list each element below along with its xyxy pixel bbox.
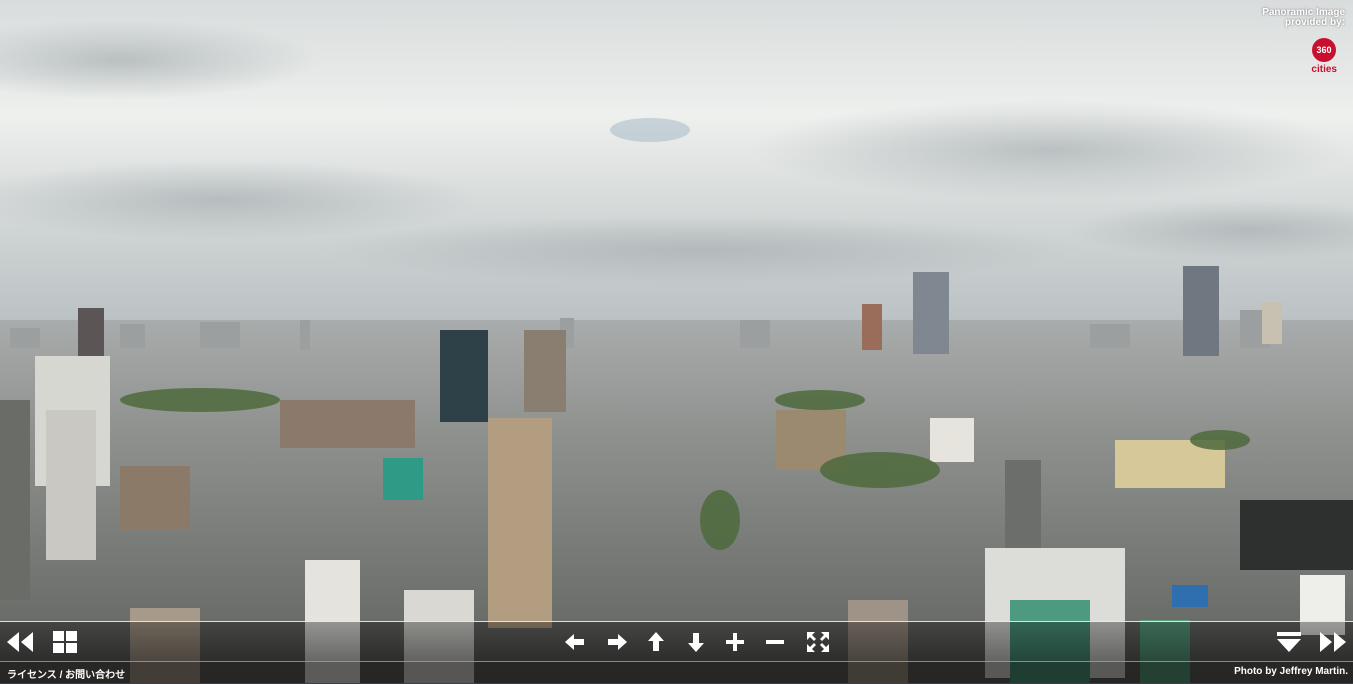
grid-icon [53,631,77,653]
arrow-up-icon [648,632,664,651]
fast-forward-icon [1320,632,1346,652]
thumbnails-button[interactable] [50,628,80,656]
license-contact-link[interactable]: ライセンス / お問い合わせ [7,666,125,681]
zoom-out-icon [766,640,784,644]
360cities-logo-text[interactable]: cities [1311,64,1337,75]
fast-forward-button[interactable] [1318,628,1348,656]
arrow-right-icon [608,634,627,650]
panorama-image [0,0,1353,683]
arrow-down-icon [688,633,704,652]
photo-credit: Photo by Jeffrey Martin. [1234,666,1348,677]
rewind-icon [7,632,33,652]
fullscreen-icon [807,632,829,652]
pan-up-button[interactable] [641,628,671,656]
zoom-in-icon [726,633,744,651]
credit-line-2: provided by: [1284,17,1345,28]
panorama-toolbar [0,621,1353,662]
360cities-logo[interactable]: 360 [1312,38,1336,62]
rewind-button[interactable] [5,628,35,656]
zoom-out-button[interactable] [760,628,790,656]
arrow-left-icon [565,634,584,650]
panorama-view[interactable] [0,0,1353,683]
hide-menu-icon [1277,632,1301,652]
pan-right-button[interactable] [602,628,632,656]
panorama-credit: Panoramic Image provided by: [1235,8,1345,28]
fullscreen-button[interactable] [803,628,833,656]
zoom-in-button[interactable] [720,628,750,656]
hide-menu-button[interactable] [1274,628,1304,656]
pan-down-button[interactable] [681,628,711,656]
info-bar: ライセンス / お問い合わせ Photo by Jeffrey Martin. [0,661,1353,684]
pan-left-button[interactable] [560,628,590,656]
